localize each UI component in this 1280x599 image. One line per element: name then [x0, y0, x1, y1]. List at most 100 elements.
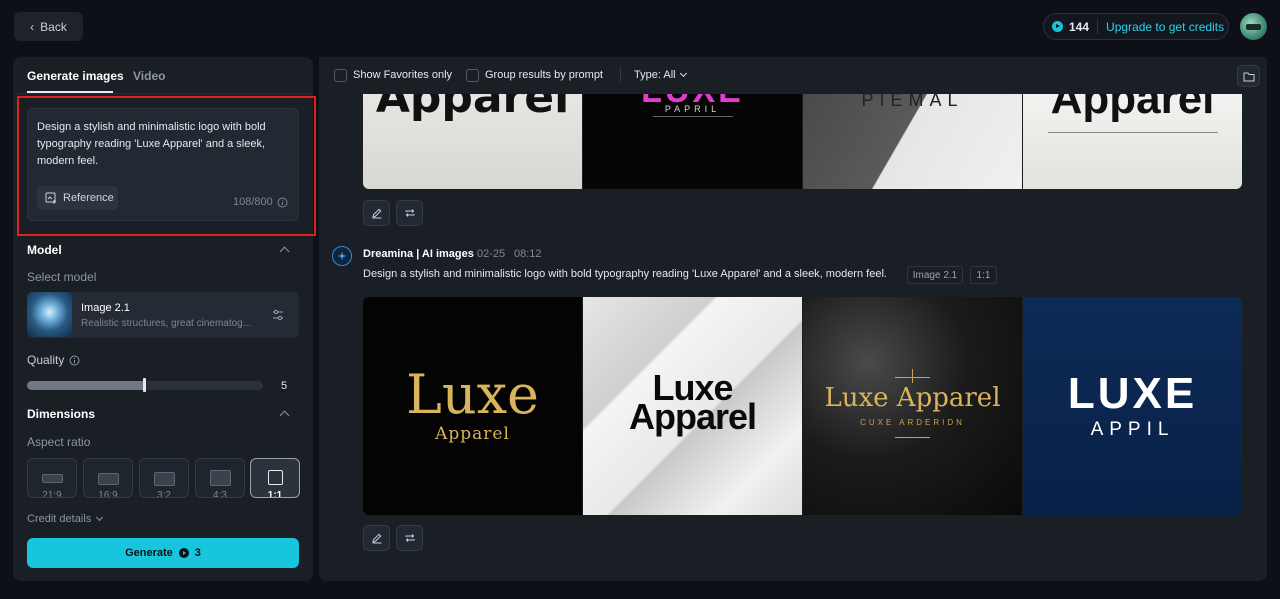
image-detail-line: [1048, 132, 1218, 133]
credit-coin-icon: [178, 548, 189, 558]
divider: [1097, 19, 1099, 34]
image-logo-text: Apparel: [375, 94, 570, 123]
image-ornament: [912, 369, 913, 383]
divider: [13, 93, 313, 94]
image-logo-text: Luxe Apparel: [824, 383, 1001, 413]
aspect-ratio-4-3[interactable]: 4:3: [195, 458, 245, 498]
aspect-shape-icon: [210, 470, 231, 486]
image-logo-subtext: CUXE ARDERIDN: [860, 418, 965, 427]
info-icon[interactable]: [277, 197, 288, 208]
image-logo-text: Luxe: [405, 363, 540, 426]
group-results-checkbox[interactable]: [466, 69, 479, 82]
aspect-shape-icon: [98, 473, 119, 485]
generation-date: 02-25: [477, 248, 506, 260]
select-model-label: Select model: [27, 270, 97, 284]
tab-video[interactable]: Video: [133, 69, 165, 83]
aspect-shape-icon: [42, 474, 63, 483]
quality-label: Quality: [27, 353, 65, 367]
generation-source: Dreamina | AI images: [363, 248, 474, 260]
image-logo-text: PIEMAL: [861, 94, 964, 110]
char-count: 108/800: [233, 196, 288, 208]
quality-value: 5: [281, 380, 288, 392]
image-logo-subtext: APPIL: [1090, 419, 1175, 440]
credit-details-label: Credit details: [27, 513, 92, 525]
generate-cost: 3: [194, 547, 201, 559]
model-section-title: Model: [27, 243, 62, 257]
folder-button[interactable]: [1237, 65, 1260, 87]
repeat-icon: [405, 534, 414, 542]
image-ornament: [895, 377, 930, 378]
chevron-left-icon: ‹: [30, 19, 35, 34]
regenerate-button[interactable]: [396, 525, 423, 551]
image-logo-text: LUXE: [1067, 369, 1198, 418]
aspect-ratio-label-4-3: 4:3: [213, 490, 227, 498]
quality-label-row: Quality: [27, 353, 80, 367]
aspect-ratio-label: Aspect ratio: [27, 435, 91, 449]
folder-icon: [1243, 72, 1254, 81]
credit-coin-icon: [1052, 21, 1063, 32]
model-tag: Image 2.1: [907, 266, 963, 284]
aspect-ratio-21-9[interactable]: 21:9: [27, 458, 77, 498]
group-results-label[interactable]: Group results by prompt: [485, 69, 603, 81]
result-image-2-3[interactable]: Luxe Apparel CUXE ARDERIDN: [803, 297, 1022, 515]
result-image-1-3[interactable]: PIEMAL: [803, 94, 1022, 189]
filter-bar: [319, 57, 1267, 94]
avatar[interactable]: [1240, 13, 1267, 40]
tab-generate-images[interactable]: Generate images: [27, 69, 124, 83]
result-image-2-1[interactable]: Luxe Apparel: [363, 297, 582, 515]
aspect-shape-icon: [268, 470, 283, 485]
result-image-2-2[interactable]: Luxe Apparel: [583, 297, 802, 515]
image-detail-line: [653, 116, 733, 117]
generate-button[interactable]: Generate 3: [27, 538, 299, 568]
aspect-shape-icon: [154, 472, 175, 486]
quality-slider-handle[interactable]: [143, 378, 146, 392]
favorites-checkbox[interactable]: [334, 69, 347, 82]
chevron-down-icon: [679, 69, 687, 78]
reference-button[interactable]: Reference: [37, 186, 118, 210]
edit-button[interactable]: [363, 200, 390, 226]
model-thumbnail: [27, 292, 72, 337]
generation-time: 08:12: [514, 248, 542, 260]
image-logo-text: Apparel: [1050, 94, 1215, 123]
generation-prompt[interactable]: Design a stylish and minimalistic logo w…: [363, 268, 887, 280]
result-image-2-4[interactable]: LUXE APPIL: [1023, 297, 1242, 515]
quality-slider-fill: [27, 381, 145, 390]
model-description: Realistic structures, great cinematog...: [81, 318, 252, 329]
credits-pill[interactable]: 144 Upgrade to get credits: [1043, 13, 1229, 40]
type-filter-label: Type: All: [634, 69, 676, 81]
favorites-label[interactable]: Show Favorites only: [353, 69, 452, 81]
image-ornament: [895, 437, 930, 438]
credits-count: 144: [1069, 19, 1090, 34]
aspect-ratio-label-1-1: 1:1: [267, 490, 283, 498]
dimensions-section-title: Dimensions: [27, 407, 96, 421]
back-button[interactable]: ‹ Back: [14, 12, 83, 41]
char-count-text: 108/800: [233, 196, 273, 208]
image-logo-subtext: Apparel: [628, 396, 757, 437]
pencil-icon: [371, 208, 381, 219]
aspect-ratio-label-3-2: 3:2: [157, 490, 171, 498]
repeat-icon: [405, 209, 414, 217]
aspect-ratio-16-9[interactable]: 16:9: [83, 458, 133, 498]
aspect-ratio-3-2[interactable]: 3:2: [139, 458, 189, 498]
edit-button[interactable]: [363, 525, 390, 551]
divider: [620, 67, 621, 83]
pencil-icon: [371, 533, 381, 544]
ratio-tag: 1:1: [970, 266, 997, 284]
aspect-ratio-label-21-9: 21:9: [42, 490, 62, 498]
result-image-1-2[interactable]: LUXE PAPRIL: [583, 94, 802, 189]
image-logo-subtext: Apparel: [435, 424, 510, 444]
reference-label: Reference: [63, 192, 114, 204]
image-add-icon: [45, 192, 56, 204]
regenerate-button[interactable]: [396, 200, 423, 226]
result-image-1-4[interactable]: Apparel: [1023, 94, 1242, 189]
dreamina-logo-icon: [332, 246, 352, 266]
upgrade-link[interactable]: Upgrade to get credits: [1106, 20, 1224, 34]
result-image-1-1[interactable]: Apparel: [363, 94, 582, 189]
type-filter-dropdown[interactable]: Type: All: [634, 69, 687, 81]
credit-details-toggle[interactable]: Credit details: [27, 513, 104, 525]
sliders-icon[interactable]: [272, 309, 284, 321]
prompt-text[interactable]: Design a stylish and minimalistic logo w…: [37, 119, 287, 170]
chevron-down-icon: [96, 513, 104, 522]
aspect-ratio-1-1[interactable]: 1:1: [250, 458, 300, 498]
info-icon[interactable]: [69, 355, 80, 366]
